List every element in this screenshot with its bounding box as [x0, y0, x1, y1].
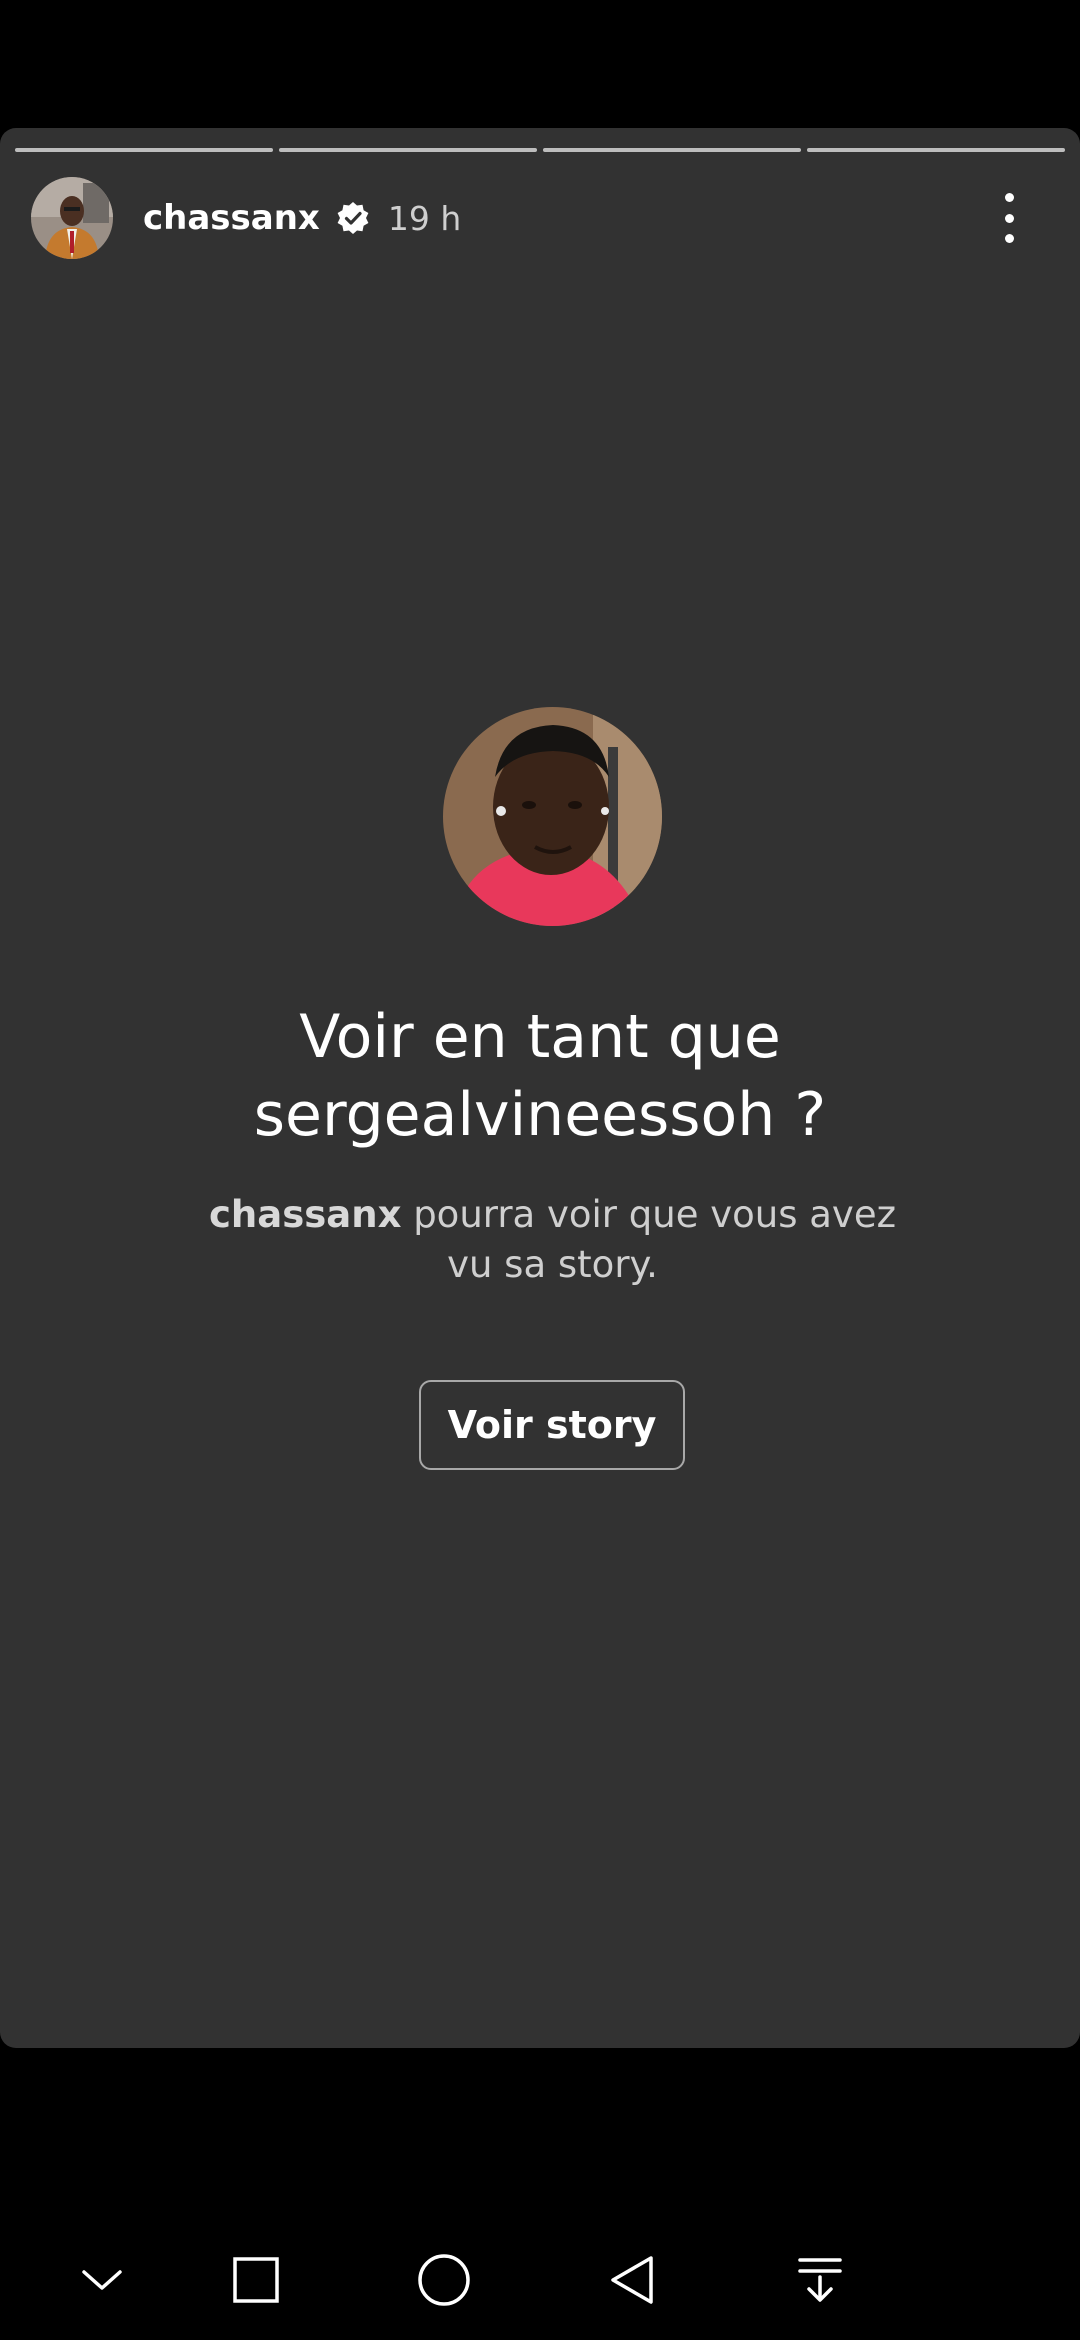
system-navigation-bar [0, 2220, 1080, 2340]
subtitle-username: chassanx [208, 1193, 402, 1236]
recent-apps-square-icon[interactable] [201, 2220, 311, 2340]
story-timestamp: 19 h [387, 198, 462, 238]
verified-badge-icon [336, 201, 370, 235]
more-dot [1004, 193, 1014, 202]
story-progress-bar [15, 148, 1065, 152]
chevron-down-icon[interactable] [47, 2220, 157, 2340]
more-dot [1004, 213, 1014, 223]
notification-pulldown-icon[interactable] [765, 2220, 875, 2340]
home-circle-icon[interactable] [389, 2220, 499, 2340]
progress-segment [543, 148, 801, 152]
more-dot [1004, 234, 1014, 243]
progress-segment [279, 148, 537, 152]
story-header: chassanx 19 h [31, 176, 1051, 260]
back-triangle-icon[interactable] [577, 2220, 687, 2340]
view-as-subtitle: chassanx pourra voir que vous avez vu sa… [180, 1190, 925, 1290]
viewer-avatar [443, 707, 662, 926]
author-username[interactable]: chassanx [143, 198, 320, 238]
subtitle-text-line2: vu sa story. [447, 1243, 658, 1286]
view-story-button[interactable]: Voir story [419, 1380, 685, 1470]
more-options-icon[interactable] [989, 190, 1029, 246]
progress-segment [15, 148, 273, 152]
view-as-title-line2: sergealvineessoh ? [253, 1080, 827, 1150]
author-avatar[interactable] [31, 177, 113, 259]
story-card[interactable]: chassanx 19 h Voir en tant que sergealvi… [0, 128, 1080, 2048]
progress-segment [807, 148, 1065, 152]
view-as-title: Voir en tant que sergealvineessoh ? [80, 998, 1000, 1154]
screen: chassanx 19 h Voir en tant que sergealvi… [0, 0, 1080, 2340]
subtitle-text: pourra voir que vous avez [401, 1193, 897, 1236]
view-as-title-line1: Voir en tant que [299, 1002, 781, 1072]
